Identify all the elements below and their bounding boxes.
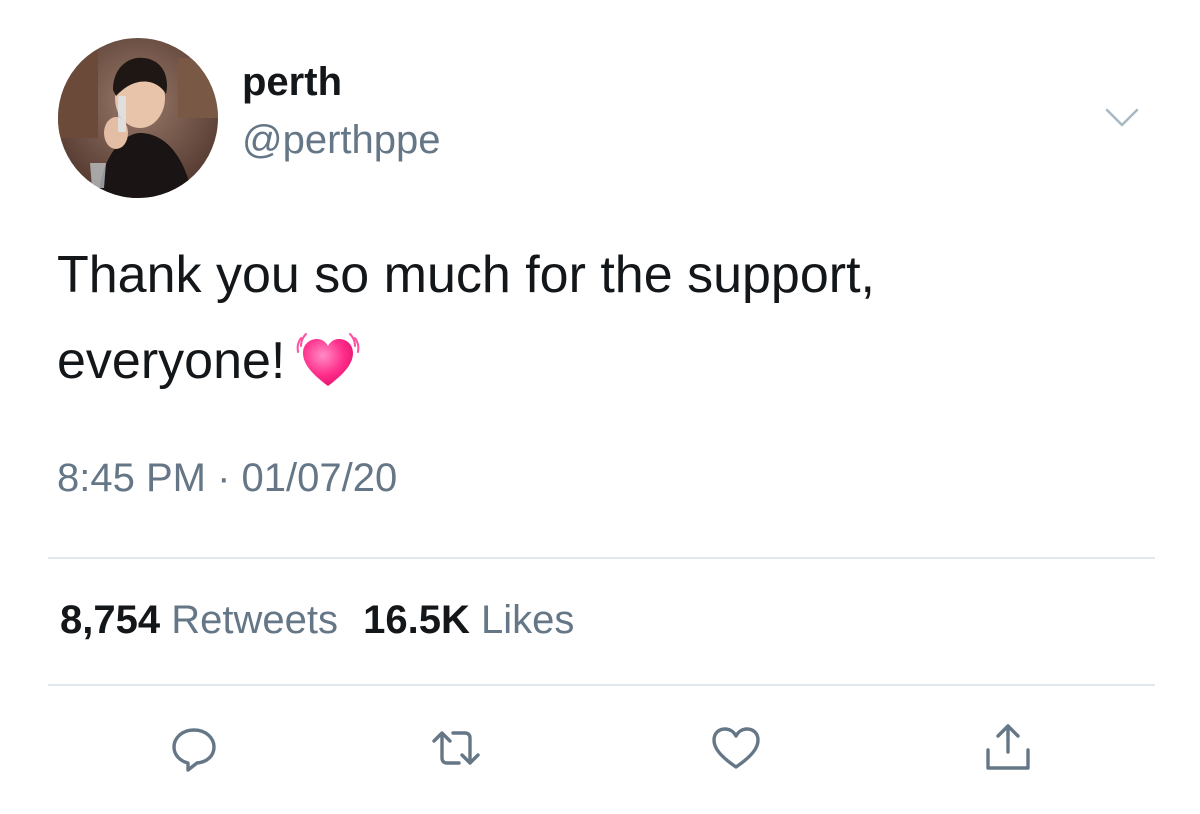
user-handle[interactable]: @perthppe xyxy=(242,118,441,163)
like-icon[interactable] xyxy=(708,720,764,776)
reply-icon[interactable] xyxy=(166,720,222,776)
divider xyxy=(48,557,1155,559)
avatar[interactable] xyxy=(58,38,218,198)
divider xyxy=(48,684,1155,686)
display-name[interactable]: perth xyxy=(242,60,342,105)
chevron-down-icon[interactable] xyxy=(1102,98,1142,138)
share-icon[interactable] xyxy=(980,720,1036,776)
likes-count[interactable]: 16.5K xyxy=(363,598,470,642)
tweet-timestamp[interactable]: 8:45 PM · 01/07/20 xyxy=(57,456,397,501)
beating-heart-emoji-icon xyxy=(295,328,361,390)
likes-label[interactable]: Likes xyxy=(481,598,574,642)
avatar-photo xyxy=(58,38,218,198)
retweet-icon[interactable] xyxy=(428,720,484,776)
retweets-count[interactable]: 8,754 xyxy=(60,598,160,642)
tweet-text-line: Thank you so much for the support, xyxy=(57,246,875,304)
tweet-stats: 8,754 Retweets 16.5K Likes xyxy=(60,598,574,643)
tweet-text-line: everyone! xyxy=(57,318,1147,404)
retweets-label[interactable]: Retweets xyxy=(171,598,338,642)
tweet-text: Thank you so much for the support, every… xyxy=(57,232,1147,404)
tweet-text-segment: everyone! xyxy=(57,332,286,390)
